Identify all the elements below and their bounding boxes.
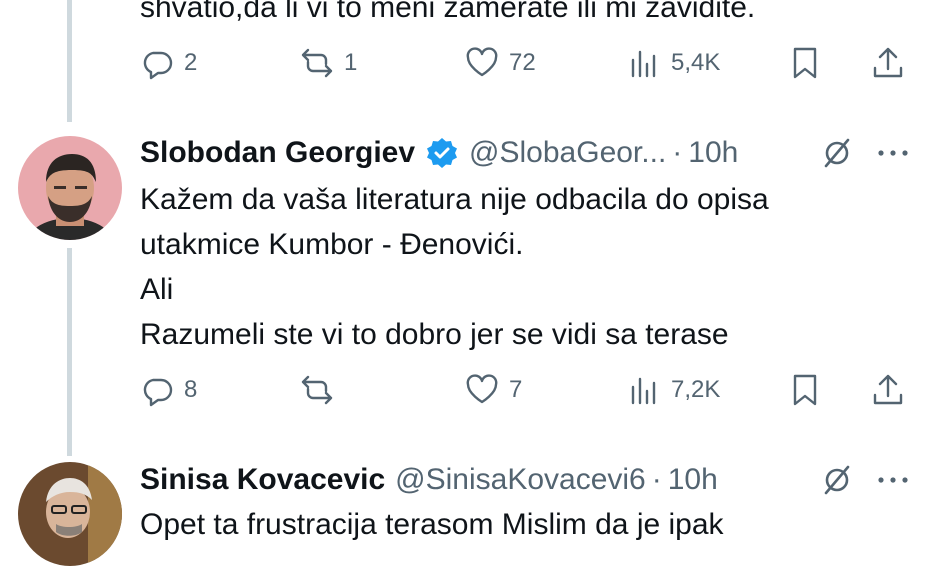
like-count: 72 (509, 49, 536, 76)
tweet1-actions: 8 7 7,2K (0, 365, 930, 415)
avatar-image (18, 136, 122, 240)
prev-tweet-actions: 2 1 72 5,4K (0, 38, 930, 88)
separator-dot: · (651, 463, 662, 496)
repost-button[interactable]: 1 (300, 38, 357, 88)
share-button[interactable] (871, 365, 905, 415)
verified-badge-icon (427, 138, 458, 168)
share-icon (873, 374, 903, 405)
reply-icon (143, 51, 173, 80)
reply-count: 2 (184, 49, 198, 76)
repost-count: 1 (344, 49, 358, 76)
heart-icon (466, 47, 498, 77)
views-button[interactable]: 5,4K (627, 38, 720, 88)
views-count: 7,2K (671, 376, 721, 403)
timestamp[interactable]: 10h (668, 463, 718, 497)
share-icon (873, 47, 903, 78)
views-button[interactable]: 7,2K (627, 365, 720, 415)
share-button[interactable] (871, 38, 905, 88)
reply-count: 8 (184, 376, 198, 403)
bookmark-icon (793, 374, 817, 406)
grok-icon[interactable] (820, 463, 854, 497)
tweet1-body: Kažem da vaša literatura nije odbacila d… (140, 177, 769, 357)
tweet1-line-2: utakmice Kumbor - Đenovići. (140, 228, 524, 261)
avatar-image (18, 462, 122, 566)
bookmark-button[interactable] (788, 38, 822, 88)
author-name[interactable]: Slobodan Georgiev (140, 136, 415, 170)
heart-icon (466, 374, 498, 404)
like-count: 7 (509, 376, 523, 403)
separator-dot: · (672, 136, 683, 169)
timestamp[interactable]: 10h (688, 136, 738, 170)
more-icon[interactable] (876, 463, 910, 497)
repost-button[interactable] (300, 365, 344, 415)
bookmark-icon (793, 47, 817, 79)
prev-tweet-text: shvatio,da li vi to meni zamerate ili mi… (140, 0, 756, 24)
views-count: 5,4K (671, 49, 721, 76)
tweet2-text: Opet ta frustracija terasom Mislim da je… (140, 508, 724, 541)
reply-icon (143, 378, 173, 407)
author-handle[interactable]: @SinisaKovacevi6 (395, 463, 646, 497)
reply-button[interactable]: 2 (140, 38, 197, 88)
tweet1-header: Slobodan Georgiev @SlobaGeor... · 10h (140, 133, 738, 173)
tweet1-line-1: Kažem da vaša literatura nije odbacila d… (140, 183, 769, 216)
bookmark-button[interactable] (788, 365, 822, 415)
more-icon[interactable] (876, 136, 910, 170)
tweet2-header: Sinisa Kovacevic @SinisaKovacevi6 · 10h (140, 460, 718, 500)
like-button[interactable]: 72 (465, 38, 536, 88)
avatar-sinisa[interactable] (18, 462, 122, 566)
tweet1-line-4: Razumeli ste vi to dobro jer se vidi sa … (140, 318, 729, 351)
repost-icon (301, 375, 333, 405)
author-handle[interactable]: @SlobaGeor... (469, 136, 666, 170)
author-name[interactable]: Sinisa Kovacevic (140, 463, 385, 497)
thread-line-middle (67, 248, 72, 456)
views-icon (631, 50, 656, 78)
tweet1-line-3: Ali (140, 273, 174, 306)
views-icon (631, 377, 656, 405)
grok-icon[interactable] (820, 136, 854, 170)
like-button[interactable]: 7 (465, 365, 522, 415)
repost-icon (301, 48, 333, 78)
avatar-slobodan[interactable] (18, 136, 122, 240)
reply-button[interactable]: 8 (140, 365, 197, 415)
